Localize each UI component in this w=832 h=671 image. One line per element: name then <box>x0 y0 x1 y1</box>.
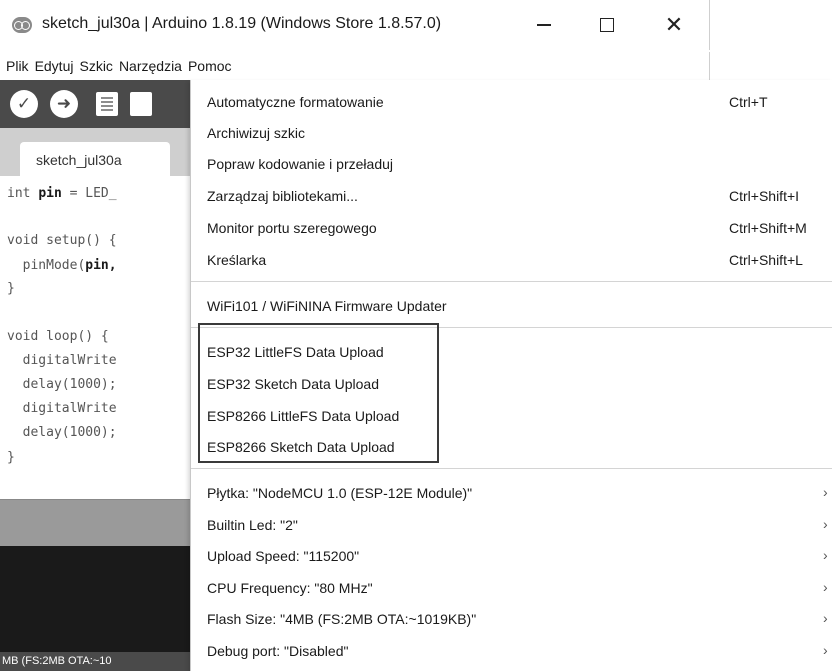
arrow-right-icon: ➜ <box>56 94 72 113</box>
open-sketch-button[interactable] <box>130 92 152 116</box>
maximize-icon <box>600 18 614 32</box>
checkmark-icon: ✓ <box>16 94 32 113</box>
status-bar: MB (FS:2MB OTA:~10 <box>0 652 190 671</box>
menu-item-serial-monitor[interactable]: Monitor portu szeregowego Ctrl+Shift+M <box>191 213 832 244</box>
code-line: void setup() { <box>7 233 117 248</box>
submenu-arrow-icon: › <box>823 484 828 500</box>
shortcut-label: Ctrl+Shift+L <box>729 252 803 268</box>
console-output[interactable] <box>0 546 190 652</box>
menu-item-cpu-frequency[interactable]: CPU Frequency: "80 MHz" › <box>191 573 832 604</box>
submenu-arrow-icon: › <box>823 610 828 626</box>
submenu-arrow-icon: › <box>823 516 828 532</box>
menu-edytuj[interactable]: Edytuj <box>35 58 74 74</box>
menu-item-serial-plotter[interactable]: Kreślarka Ctrl+Shift+L <box>191 245 832 276</box>
menu-narzedzia[interactable]: Narzędzia <box>119 58 182 74</box>
menubar: Plik Edytuj Szkic Narzędzia Pomoc <box>0 52 710 80</box>
minimize-button[interactable] <box>524 10 564 40</box>
menu-pomoc[interactable]: Pomoc <box>188 58 232 74</box>
menu-item-builtin-led[interactable]: Builtin Led: "2" › <box>191 510 832 541</box>
menu-item-flash-size[interactable]: Flash Size: "4MB (FS:2MB OTA:~1019KB)" › <box>191 604 832 635</box>
new-sketch-button[interactable] <box>96 92 118 116</box>
submenu-arrow-icon: › <box>823 579 828 595</box>
code-line: } <box>7 281 15 296</box>
menu-szkic[interactable]: Szkic <box>79 58 112 74</box>
menu-item-firmware-updater[interactable]: WiFi101 / WiFiNINA Firmware Updater <box>191 291 832 322</box>
upload-button[interactable]: ➜ <box>50 90 78 118</box>
menu-item-debug-port[interactable]: Debug port: "Disabled" › <box>191 636 832 667</box>
window-title: sketch_jul30a | Arduino 1.8.19 (Windows … <box>42 15 442 32</box>
shortcut-label: Ctrl+Shift+I <box>729 188 800 204</box>
code-line: digitalWrite <box>7 353 117 368</box>
code-line: pinMode(pin, <box>7 258 117 273</box>
code-editor[interactable]: int pin = LED_ void setup() { pinMode(pi… <box>0 176 190 500</box>
code-line: void loop() { <box>7 329 109 344</box>
ide-toolbar: ✓ ➜ <box>0 80 190 128</box>
menu-separator <box>191 281 832 282</box>
tab-bar: sketch_jul30a <box>0 128 190 176</box>
verify-button[interactable]: ✓ <box>10 90 38 118</box>
shortcut-label: Ctrl+Shift+M <box>729 220 807 236</box>
submenu-arrow-icon: › <box>823 642 828 658</box>
submenu-arrow-icon: › <box>823 547 828 563</box>
window-titlebar[interactable]: sketch_jul30a | Arduino 1.8.19 (Windows … <box>0 0 710 50</box>
close-icon: ✕ <box>664 12 684 37</box>
tools-dropdown-menu: Automatyczne formatowanie Ctrl+T Archiwiz… <box>190 80 832 671</box>
shortcut-label: Ctrl+T <box>729 94 768 110</box>
code-line: digitalWrite <box>7 401 117 416</box>
arduino-logo-icon <box>12 17 32 33</box>
code-line: delay(1000); <box>7 425 117 440</box>
menu-separator <box>191 468 832 469</box>
minimize-icon <box>537 24 551 26</box>
menu-item-manage-libraries[interactable]: Zarządzaj bibliotekami... Ctrl+Shift+I <box>191 181 832 212</box>
code-line: } <box>7 450 15 465</box>
menu-item-upload-speed[interactable]: Upload Speed: "115200" › <box>191 541 832 572</box>
tab-sketch[interactable]: sketch_jul30a <box>20 142 170 176</box>
message-bar <box>0 500 190 546</box>
menu-item-board[interactable]: Płytka: "NodeMCU 1.0 (ESP-12E Module)" › <box>191 478 832 509</box>
menu-item-autoformat[interactable]: Automatyczne formatowanie Ctrl+T <box>191 87 832 118</box>
maximize-button[interactable] <box>587 10 627 40</box>
code-line: int pin = LED_ <box>7 186 117 201</box>
highlight-box <box>198 323 439 463</box>
code-line: delay(1000); <box>7 377 117 392</box>
menu-item-archive-sketch[interactable]: Archiwizuj szkic <box>191 118 832 149</box>
close-button[interactable]: ✕ <box>654 10 694 40</box>
menu-plik[interactable]: Plik <box>6 58 29 74</box>
menu-item-fix-encoding[interactable]: Popraw kodowanie i przeładuj <box>191 149 832 180</box>
